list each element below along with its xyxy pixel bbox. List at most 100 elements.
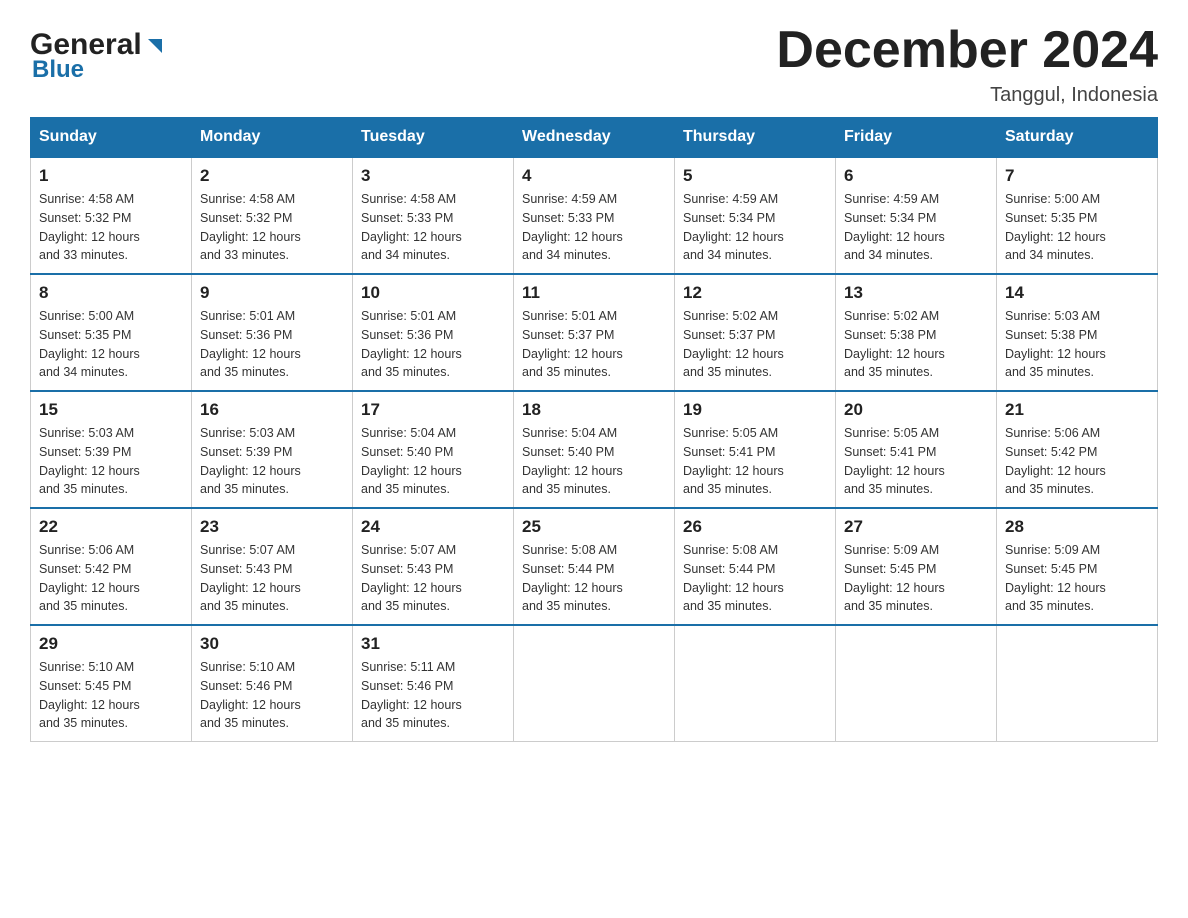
day-number: 29 (39, 634, 183, 654)
day-info: Sunrise: 5:08 AMSunset: 5:44 PMDaylight:… (683, 541, 827, 616)
day-info: Sunrise: 4:58 AMSunset: 5:32 PMDaylight:… (39, 190, 183, 265)
day-info: Sunrise: 5:04 AMSunset: 5:40 PMDaylight:… (522, 424, 666, 499)
calendar-week-row: 15 Sunrise: 5:03 AMSunset: 5:39 PMDaylig… (31, 391, 1158, 508)
calendar-cell: 8 Sunrise: 5:00 AMSunset: 5:35 PMDayligh… (31, 274, 192, 391)
day-number: 16 (200, 400, 344, 420)
calendar-week-row: 22 Sunrise: 5:06 AMSunset: 5:42 PMDaylig… (31, 508, 1158, 625)
day-info: Sunrise: 5:03 AMSunset: 5:39 PMDaylight:… (39, 424, 183, 499)
calendar-cell: 31 Sunrise: 5:11 AMSunset: 5:46 PMDaylig… (353, 625, 514, 742)
day-number: 26 (683, 517, 827, 537)
day-number: 5 (683, 166, 827, 186)
calendar-cell: 12 Sunrise: 5:02 AMSunset: 5:37 PMDaylig… (675, 274, 836, 391)
column-header-friday: Friday (836, 118, 997, 158)
day-number: 19 (683, 400, 827, 420)
calendar-cell: 21 Sunrise: 5:06 AMSunset: 5:42 PMDaylig… (997, 391, 1158, 508)
calendar-cell (514, 625, 675, 742)
day-number: 7 (1005, 166, 1149, 186)
calendar-cell (836, 625, 997, 742)
day-info: Sunrise: 5:00 AMSunset: 5:35 PMDaylight:… (39, 307, 183, 382)
logo-blue-text: Blue (32, 56, 84, 84)
day-number: 2 (200, 166, 344, 186)
calendar-cell (997, 625, 1158, 742)
day-info: Sunrise: 4:59 AMSunset: 5:34 PMDaylight:… (683, 190, 827, 265)
calendar-cell: 28 Sunrise: 5:09 AMSunset: 5:45 PMDaylig… (997, 508, 1158, 625)
calendar-cell: 10 Sunrise: 5:01 AMSunset: 5:36 PMDaylig… (353, 274, 514, 391)
day-info: Sunrise: 5:05 AMSunset: 5:41 PMDaylight:… (844, 424, 988, 499)
day-info: Sunrise: 5:06 AMSunset: 5:42 PMDaylight:… (39, 541, 183, 616)
calendar-cell: 24 Sunrise: 5:07 AMSunset: 5:43 PMDaylig… (353, 508, 514, 625)
title-section: December 2024 Tanggul, Indonesia (776, 20, 1158, 107)
day-number: 23 (200, 517, 344, 537)
day-info: Sunrise: 5:03 AMSunset: 5:38 PMDaylight:… (1005, 307, 1149, 382)
calendar-cell: 17 Sunrise: 5:04 AMSunset: 5:40 PMDaylig… (353, 391, 514, 508)
calendar-cell (675, 625, 836, 742)
calendar-cell: 11 Sunrise: 5:01 AMSunset: 5:37 PMDaylig… (514, 274, 675, 391)
calendar-header-row: SundayMondayTuesdayWednesdayThursdayFrid… (31, 118, 1158, 158)
day-info: Sunrise: 5:01 AMSunset: 5:37 PMDaylight:… (522, 307, 666, 382)
calendar-cell: 16 Sunrise: 5:03 AMSunset: 5:39 PMDaylig… (192, 391, 353, 508)
day-info: Sunrise: 5:02 AMSunset: 5:38 PMDaylight:… (844, 307, 988, 382)
day-info: Sunrise: 5:08 AMSunset: 5:44 PMDaylight:… (522, 541, 666, 616)
calendar-cell: 29 Sunrise: 5:10 AMSunset: 5:45 PMDaylig… (31, 625, 192, 742)
column-header-sunday: Sunday (31, 118, 192, 158)
day-number: 11 (522, 283, 666, 303)
calendar-cell: 3 Sunrise: 4:58 AMSunset: 5:33 PMDayligh… (353, 157, 514, 274)
day-number: 6 (844, 166, 988, 186)
day-info: Sunrise: 5:07 AMSunset: 5:43 PMDaylight:… (200, 541, 344, 616)
day-info: Sunrise: 5:10 AMSunset: 5:45 PMDaylight:… (39, 658, 183, 733)
day-number: 4 (522, 166, 666, 186)
column-header-tuesday: Tuesday (353, 118, 514, 158)
day-number: 25 (522, 517, 666, 537)
calendar-cell: 26 Sunrise: 5:08 AMSunset: 5:44 PMDaylig… (675, 508, 836, 625)
calendar-cell: 7 Sunrise: 5:00 AMSunset: 5:35 PMDayligh… (997, 157, 1158, 274)
calendar-cell: 9 Sunrise: 5:01 AMSunset: 5:36 PMDayligh… (192, 274, 353, 391)
calendar-cell: 14 Sunrise: 5:03 AMSunset: 5:38 PMDaylig… (997, 274, 1158, 391)
calendar-week-row: 29 Sunrise: 5:10 AMSunset: 5:45 PMDaylig… (31, 625, 1158, 742)
day-info: Sunrise: 4:59 AMSunset: 5:34 PMDaylight:… (844, 190, 988, 265)
day-info: Sunrise: 5:01 AMSunset: 5:36 PMDaylight:… (361, 307, 505, 382)
day-number: 8 (39, 283, 183, 303)
day-number: 31 (361, 634, 505, 654)
calendar-week-row: 1 Sunrise: 4:58 AMSunset: 5:32 PMDayligh… (31, 157, 1158, 274)
column-header-thursday: Thursday (675, 118, 836, 158)
day-number: 1 (39, 166, 183, 186)
day-info: Sunrise: 5:03 AMSunset: 5:39 PMDaylight:… (200, 424, 344, 499)
day-number: 9 (200, 283, 344, 303)
calendar-cell: 19 Sunrise: 5:05 AMSunset: 5:41 PMDaylig… (675, 391, 836, 508)
calendar-cell: 18 Sunrise: 5:04 AMSunset: 5:40 PMDaylig… (514, 391, 675, 508)
column-header-wednesday: Wednesday (514, 118, 675, 158)
calendar-week-row: 8 Sunrise: 5:00 AMSunset: 5:35 PMDayligh… (31, 274, 1158, 391)
column-header-monday: Monday (192, 118, 353, 158)
day-number: 15 (39, 400, 183, 420)
day-info: Sunrise: 4:59 AMSunset: 5:33 PMDaylight:… (522, 190, 666, 265)
day-number: 18 (522, 400, 666, 420)
day-number: 30 (200, 634, 344, 654)
calendar-cell: 23 Sunrise: 5:07 AMSunset: 5:43 PMDaylig… (192, 508, 353, 625)
month-title: December 2024 (776, 20, 1158, 80)
day-info: Sunrise: 5:04 AMSunset: 5:40 PMDaylight:… (361, 424, 505, 499)
calendar-cell: 22 Sunrise: 5:06 AMSunset: 5:42 PMDaylig… (31, 508, 192, 625)
day-number: 20 (844, 400, 988, 420)
day-number: 21 (1005, 400, 1149, 420)
day-info: Sunrise: 5:11 AMSunset: 5:46 PMDaylight:… (361, 658, 505, 733)
day-number: 17 (361, 400, 505, 420)
day-info: Sunrise: 5:10 AMSunset: 5:46 PMDaylight:… (200, 658, 344, 733)
calendar-cell: 5 Sunrise: 4:59 AMSunset: 5:34 PMDayligh… (675, 157, 836, 274)
day-info: Sunrise: 5:09 AMSunset: 5:45 PMDaylight:… (844, 541, 988, 616)
day-info: Sunrise: 5:00 AMSunset: 5:35 PMDaylight:… (1005, 190, 1149, 265)
location: Tanggul, Indonesia (776, 84, 1158, 107)
day-number: 22 (39, 517, 183, 537)
day-number: 10 (361, 283, 505, 303)
calendar-cell: 20 Sunrise: 5:05 AMSunset: 5:41 PMDaylig… (836, 391, 997, 508)
day-number: 24 (361, 517, 505, 537)
calendar-cell: 6 Sunrise: 4:59 AMSunset: 5:34 PMDayligh… (836, 157, 997, 274)
day-info: Sunrise: 5:07 AMSunset: 5:43 PMDaylight:… (361, 541, 505, 616)
day-info: Sunrise: 4:58 AMSunset: 5:32 PMDaylight:… (200, 190, 344, 265)
day-info: Sunrise: 5:01 AMSunset: 5:36 PMDaylight:… (200, 307, 344, 382)
day-info: Sunrise: 5:05 AMSunset: 5:41 PMDaylight:… (683, 424, 827, 499)
calendar-cell: 27 Sunrise: 5:09 AMSunset: 5:45 PMDaylig… (836, 508, 997, 625)
calendar-cell: 15 Sunrise: 5:03 AMSunset: 5:39 PMDaylig… (31, 391, 192, 508)
day-number: 13 (844, 283, 988, 303)
day-info: Sunrise: 5:06 AMSunset: 5:42 PMDaylight:… (1005, 424, 1149, 499)
calendar-cell: 13 Sunrise: 5:02 AMSunset: 5:38 PMDaylig… (836, 274, 997, 391)
